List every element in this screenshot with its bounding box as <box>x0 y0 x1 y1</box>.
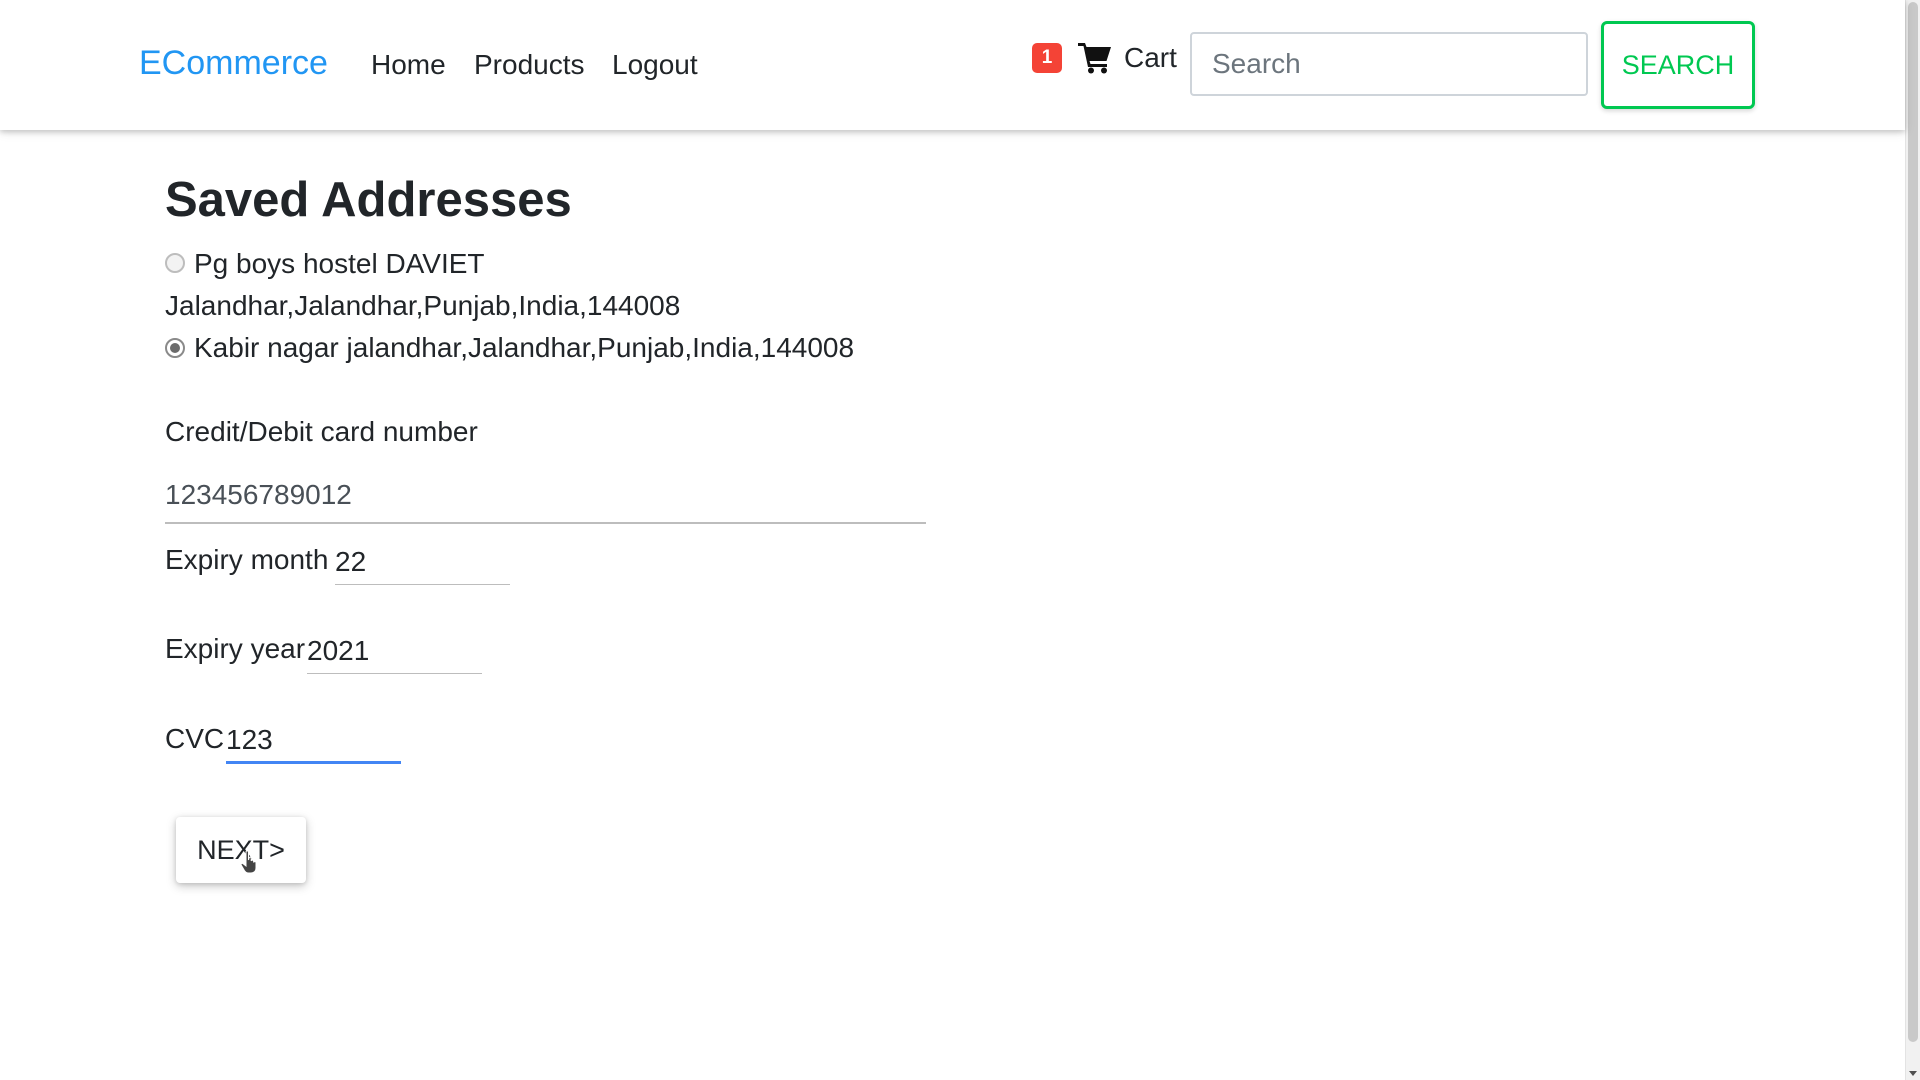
search-input[interactable] <box>1190 32 1588 96</box>
cvc-input[interactable] <box>226 718 401 764</box>
cvc-label: CVC <box>165 723 225 754</box>
expiry-year-label: Expiry year <box>165 633 306 664</box>
address-1-line2: Jalandhar,Jalandhar,Punjab,India,144008 <box>165 290 681 321</box>
card-number-input[interactable] <box>165 468 926 524</box>
address-2-line1: Kabir nagar jalandhar,Jalandhar,Punjab,I… <box>194 332 855 363</box>
cart-count-badge: 1 <box>1032 43 1062 73</box>
nav-logout-link[interactable]: Logout <box>612 49 698 81</box>
expiry-year-input[interactable] <box>307 628 482 674</box>
vertical-scrollbar[interactable] <box>1905 0 1920 1080</box>
brand-link[interactable]: ECommerce <box>139 44 328 83</box>
cart-link[interactable]: Cart <box>1078 38 1177 78</box>
shopping-cart-icon <box>1078 43 1111 74</box>
cart-label: Cart <box>1124 42 1177 73</box>
scroll-down-arrow-icon[interactable] <box>1909 1071 1917 1076</box>
nav-home-link[interactable]: Home <box>371 49 446 81</box>
search-button[interactable]: SEARCH <box>1601 21 1755 109</box>
scrollbar-thumb[interactable] <box>1908 2 1918 1042</box>
address-radio-1[interactable] <box>165 253 185 273</box>
page-title: Saved Addresses <box>165 173 572 227</box>
expiry-month-label: Expiry month <box>165 544 329 575</box>
navbar: ECommerce Home Products Logout 1 Cart SE… <box>0 0 1905 130</box>
address-radio-2[interactable] <box>165 338 185 358</box>
expiry-month-input[interactable] <box>335 539 510 585</box>
next-button[interactable]: NEXT> <box>176 817 306 883</box>
nav-products-link[interactable]: Products <box>474 49 585 81</box>
address-1-line1: Pg boys hostel DAVIET <box>194 248 485 279</box>
card-number-label: Credit/Debit card number <box>165 416 478 447</box>
